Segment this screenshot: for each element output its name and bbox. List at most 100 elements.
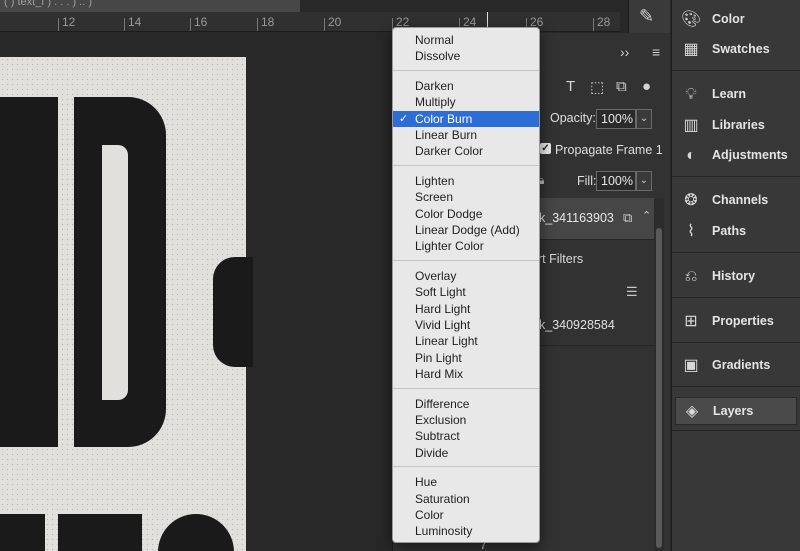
menu-separator	[393, 466, 539, 467]
dock-item-paths[interactable]: ⌇ Paths	[675, 218, 797, 246]
brush-icon[interactable]: ✎	[639, 6, 654, 27]
blend-mode-exclusion[interactable]: Exclusion	[393, 412, 539, 428]
panel-collapse-icon[interactable]: ››	[620, 44, 629, 60]
artwork-shape	[213, 257, 253, 367]
dock-item-adjustments[interactable]: ◐ Adjustments	[675, 142, 797, 170]
paths-icon: ⌇	[687, 223, 695, 240]
dock-item-libraries[interactable]: ▥ Libraries	[675, 112, 797, 140]
blend-mode-lighter-color[interactable]: Lighter Color	[393, 238, 539, 254]
blend-mode-hue[interactable]: Hue	[393, 474, 539, 490]
blend-mode-label: Soft Light	[415, 285, 466, 300]
filter-toggle-icon[interactable]: ●	[642, 78, 651, 95]
checkmark-icon: ✓	[399, 112, 409, 125]
panel-menu-icon[interactable]: ≡	[652, 44, 660, 60]
blend-mode-multiply[interactable]: Multiply	[393, 94, 539, 110]
dock-item-color[interactable]: 🎨︎ Color	[675, 6, 797, 34]
blend-mode-lighten[interactable]: Lighten	[393, 173, 539, 189]
dock-item-layers[interactable]: ◈ Layers	[675, 397, 797, 425]
propagate-frame-checkbox[interactable]: ✓	[540, 143, 551, 154]
lightbulb-icon: 💡︎	[685, 86, 697, 103]
ruler-tick: 18	[257, 15, 274, 31]
dock-item-label: Adjustments	[712, 148, 788, 162]
document-canvas[interactable]	[0, 57, 246, 551]
dock-separator	[672, 342, 800, 343]
blend-mode-vivid-light[interactable]: Vivid Light	[393, 317, 539, 333]
fill-input[interactable]: 100%	[596, 171, 636, 191]
properties-icon: ⊞	[684, 313, 698, 330]
blend-mode-overlay[interactable]: Overlay	[393, 268, 539, 284]
blend-mode-label: Divide	[415, 445, 449, 460]
smart-object-icon: ⧉	[623, 210, 633, 225]
blend-mode-label: Multiply	[415, 95, 456, 110]
blend-mode-pin-light[interactable]: Pin Light	[393, 350, 539, 366]
dock-item-label: Channels	[712, 193, 769, 207]
scrollbar-thumb[interactable]	[656, 228, 662, 548]
blend-mode-label: Overlay	[415, 268, 457, 283]
opacity-input[interactable]: 100%	[596, 109, 636, 129]
opacity-label: Opacity:	[550, 111, 596, 125]
blend-mode-divide[interactable]: Divide	[393, 445, 539, 461]
chevron-down-icon[interactable]: ⌄	[636, 109, 652, 129]
dock-separator	[672, 252, 800, 253]
blend-mode-saturation[interactable]: Saturation	[393, 491, 539, 507]
dock-item-learn[interactable]: 💡︎ Learn	[675, 81, 797, 109]
blend-mode-subtract[interactable]: Subtract	[393, 428, 539, 444]
blend-mode-label: Dissolve	[415, 49, 461, 64]
dock-item-history[interactable]: ⎌ History	[675, 263, 797, 291]
filter-options-icon[interactable]: ☰	[626, 284, 638, 300]
ruler-tick: 14	[124, 15, 141, 31]
dock-item-properties[interactable]: ⊞ Properties	[675, 308, 797, 336]
blend-mode-hard-mix[interactable]: Hard Mix	[393, 366, 539, 382]
shape-filter-icon[interactable]: ⬚	[590, 78, 604, 96]
artwork-letter-stroke	[0, 514, 45, 551]
blend-mode-darken[interactable]: Darken	[393, 78, 539, 94]
blend-mode-difference[interactable]: Difference	[393, 396, 539, 412]
blend-mode-menu[interactable]: Normal Dissolve Darken Multiply ✓ Color Burn L…	[392, 27, 540, 543]
menu-separator	[393, 70, 539, 71]
chevron-down-icon[interactable]: ⌄	[636, 171, 652, 191]
dock-item-channels[interactable]: ❂ Channels	[675, 187, 797, 215]
blend-mode-dissolve[interactable]: Dissolve	[393, 48, 539, 64]
type-filter-icon[interactable]: T	[566, 78, 575, 95]
libraries-icon: ▥	[683, 117, 699, 134]
dock-item-label: Gradients	[712, 358, 771, 372]
blend-mode-linear-burn[interactable]: Linear Burn	[393, 127, 539, 143]
blend-mode-label: Exclusion	[415, 413, 467, 427]
canvas-area[interactable]	[0, 33, 392, 551]
menu-separator	[393, 388, 539, 389]
blend-mode-screen[interactable]: Screen	[393, 189, 539, 205]
layer-filter-icons: T ⬚ ⧉ ●	[566, 78, 656, 98]
dock-item-swatches[interactable]: ▦ Swatches	[675, 36, 797, 64]
blend-mode-label: Darken	[415, 78, 454, 93]
document-tab[interactable]: ( ) text_f ) . . . ) .. )	[0, 0, 300, 12]
layers-icon: ◈	[685, 403, 699, 420]
swatches-grid-icon: ▦	[683, 41, 699, 58]
blend-mode-label: Vivid Light	[415, 318, 471, 332]
blend-mode-color[interactable]: Color	[393, 507, 539, 523]
blend-mode-normal[interactable]: Normal	[393, 32, 539, 48]
blend-mode-color-burn[interactable]: ✓ Color Burn	[393, 110, 539, 127]
smart-filters-label[interactable]: rt Filters	[538, 252, 583, 266]
smart-object-filter-icon[interactable]: ⧉	[616, 78, 627, 95]
blend-mode-hard-light[interactable]: Hard Light	[393, 301, 539, 317]
dock-separator	[672, 297, 800, 298]
blend-mode-color-dodge[interactable]: Color Dodge	[393, 206, 539, 222]
document-tab-title: ( ) text_f ) . . . ) .. )	[4, 0, 93, 8]
layers-scrollbar[interactable]	[654, 198, 664, 551]
blend-mode-label: Pin Light	[415, 350, 462, 365]
blend-mode-linear-dodge-add[interactable]: Linear Dodge (Add)	[393, 222, 539, 238]
dock-item-gradients[interactable]: ▣ Gradients	[675, 352, 797, 380]
blend-mode-label: Darker Color	[415, 144, 484, 159]
blend-mode-linear-light[interactable]: Linear Light	[393, 333, 539, 349]
blend-mode-label: Normal	[415, 33, 454, 47]
menu-separator	[393, 165, 539, 166]
blend-mode-luminosity[interactable]: Luminosity	[393, 523, 539, 539]
chevron-up-icon[interactable]: ⌃	[642, 209, 651, 222]
dock-separator	[672, 70, 800, 71]
ruler-tick: 28	[593, 15, 610, 31]
blend-mode-soft-light[interactable]: Soft Light	[393, 284, 539, 300]
blend-mode-darker-color[interactable]: Darker Color	[393, 143, 539, 159]
blend-mode-label: Hard Light	[415, 301, 471, 316]
history-icon: ⎌	[684, 268, 698, 285]
dock-item-label: Layers	[713, 404, 754, 418]
